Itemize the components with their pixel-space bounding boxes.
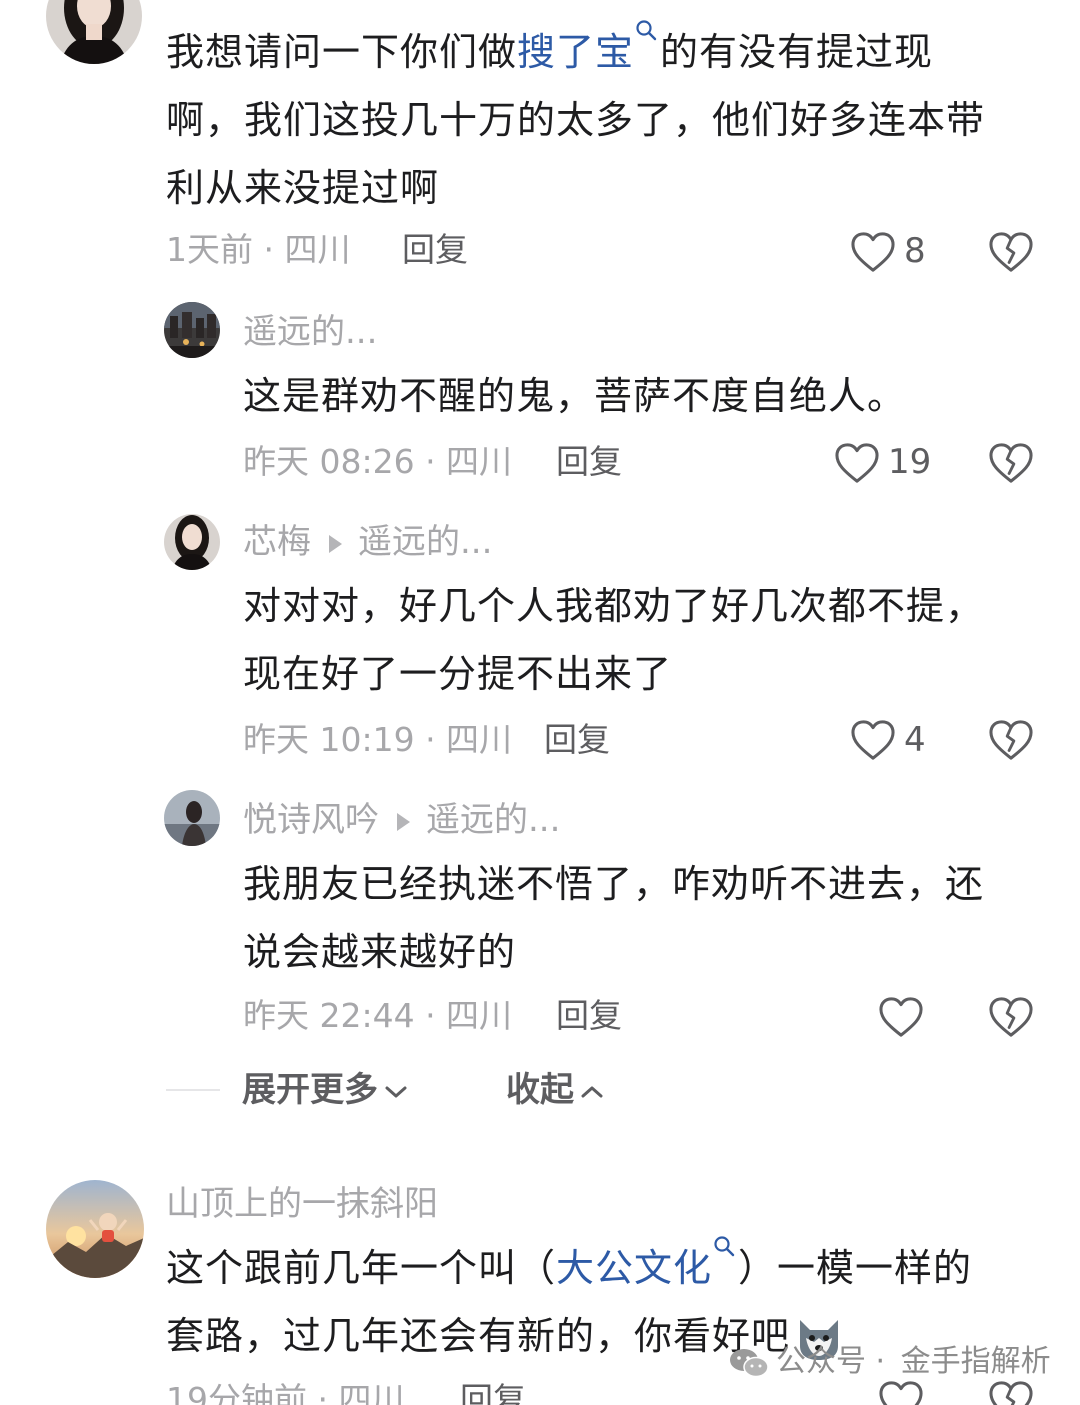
dislike-heart-icon[interactable] [988, 1380, 1034, 1405]
avatar[interactable] [164, 790, 220, 846]
reply-button[interactable]: 回复 [402, 230, 468, 270]
chevron-down-icon [385, 1086, 407, 1097]
comment-time-location: 昨天 22:44 · 四川 [243, 996, 513, 1035]
like-count: 4 [904, 720, 926, 760]
avatar[interactable] [46, 1180, 144, 1278]
search-icon [712, 1234, 736, 1258]
avatar[interactable] [164, 514, 220, 570]
comment-text: 这是群劝不醒的鬼，菩萨不度自绝人。 [243, 374, 907, 418]
user-photo-icon [164, 790, 220, 846]
heart-icon[interactable] [834, 442, 880, 484]
comment-time-location: 昨天 10:19 · 四川 [243, 720, 513, 759]
username[interactable]: 山顶上的一抹斜阳 [166, 1184, 438, 1224]
wechat-icon [730, 1348, 769, 1377]
reply-arrow-icon [397, 812, 410, 831]
chevron-up-icon [581, 1086, 603, 1097]
divider [166, 1089, 220, 1091]
avatar[interactable] [164, 302, 220, 358]
reply-button[interactable]: 回复 [544, 720, 610, 760]
comment-text: 我想请问一下你们做搜了宝 的有没有提过现 啊，我们这投几十万的太多了，他们好多连本… [166, 18, 1046, 222]
avatar[interactable] [46, 0, 142, 64]
reply-to-username[interactable]: 遥远的... [426, 800, 560, 840]
reply-arrow-icon [329, 534, 342, 553]
reply-button[interactable]: 回复 [556, 996, 622, 1036]
username[interactable]: 悦诗风吟 遥远的... [243, 800, 560, 840]
username[interactable]: 遥远的... [243, 312, 377, 352]
reply-button[interactable]: 回复 [556, 442, 622, 482]
collapse-button[interactable]: 收起 [506, 1070, 604, 1110]
comment-time-location: 昨天 08:26 · 四川 [243, 442, 513, 481]
heart-icon[interactable] [850, 231, 896, 273]
search-icon [634, 18, 658, 42]
search-keyword-link[interactable]: 搜了宝 [517, 30, 634, 74]
heart-icon[interactable] [850, 719, 896, 761]
heart-icon[interactable] [878, 996, 924, 1038]
comment-time-location: 1天前 · 四川 [166, 230, 351, 269]
dislike-heart-icon[interactable] [988, 442, 1034, 484]
like-count: 19 [888, 442, 932, 482]
comment-text: 我朋友已经执迷不悟了，咋劝听不进去，还 说会越来越好的 [243, 862, 985, 974]
reply-button[interactable]: 回复 [460, 1380, 526, 1405]
dislike-heart-icon[interactable] [988, 231, 1034, 273]
user-photo-icon [164, 514, 220, 570]
like-count: 8 [904, 231, 926, 271]
reply-to-username[interactable]: 遥远的... [358, 522, 492, 562]
expand-more-button[interactable]: 展开更多 [242, 1070, 408, 1110]
comment-text: 对对对，好几个人我都劝了好几次都不提， 现在好了一分提不出来了 [243, 584, 985, 696]
sunset-cartoon-photo-icon [46, 1180, 144, 1278]
dislike-heart-icon[interactable] [988, 719, 1034, 761]
user-photo-icon [46, 0, 142, 64]
heart-icon[interactable] [878, 1380, 924, 1405]
search-keyword-link[interactable]: 大公文化 [556, 1246, 712, 1290]
watermark: 公众号 · 金手指解析 [728, 1344, 1051, 1380]
night-city-photo-icon [164, 302, 220, 358]
username[interactable]: 芯梅 遥远的... [243, 522, 492, 562]
dislike-heart-icon[interactable] [988, 996, 1034, 1038]
comment-time-location: 19分钟前 · 四川 [166, 1380, 405, 1405]
